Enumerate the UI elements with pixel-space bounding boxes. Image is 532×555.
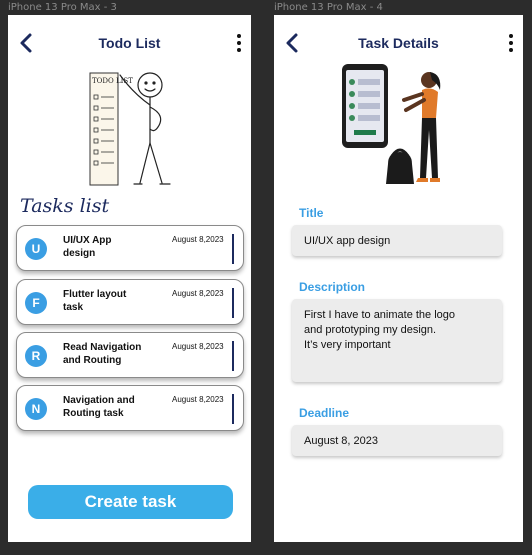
task-avatar: F bbox=[25, 292, 47, 314]
more-vertical-icon[interactable] bbox=[507, 34, 515, 54]
frame-label-left: iPhone 13 Pro Max - 3 bbox=[8, 2, 117, 13]
page-title: Task Details bbox=[358, 35, 439, 51]
task-avatar: N bbox=[25, 398, 47, 420]
task-title: Navigation and Routing task bbox=[63, 395, 135, 419]
todo-list-illustration: TODO LIST bbox=[89, 72, 171, 186]
description-line: and prototyping my design. bbox=[304, 324, 437, 336]
description-line: It’s very important bbox=[304, 339, 391, 351]
task-avatar: R bbox=[25, 345, 47, 367]
task-details-illustration bbox=[342, 64, 441, 184]
task-avatar: U bbox=[25, 238, 47, 260]
task-accent-bar bbox=[232, 288, 234, 318]
create-task-button[interactable]: Create task bbox=[28, 485, 233, 519]
tasks-heading: Tasks list bbox=[20, 195, 110, 217]
task-title: UI/UX App design bbox=[63, 235, 112, 259]
todo-list-screen: Todo List TODO LIST Tasks list U UI/UX A… bbox=[8, 15, 251, 542]
title-label: Title bbox=[299, 206, 324, 220]
task-card[interactable]: N Navigation and Routing task August 8,2… bbox=[16, 385, 244, 431]
task-accent-bar bbox=[232, 341, 234, 371]
description-field[interactable]: First I have to animate the logo and pro… bbox=[292, 299, 502, 382]
more-vertical-icon[interactable] bbox=[235, 34, 243, 54]
description-label: Description bbox=[299, 280, 366, 294]
task-date: August 8,2023 bbox=[172, 342, 224, 351]
frame-label-right: iPhone 13 Pro Max - 4 bbox=[274, 2, 383, 13]
task-title: Read Navigation and Routing bbox=[63, 342, 142, 366]
task-card[interactable]: F Flutter layout task August 8,2023 bbox=[16, 279, 244, 325]
title-field[interactable]: UI/UX app design bbox=[292, 225, 502, 256]
task-details-screen: Task Details Title UI/UX app design Desc… bbox=[274, 15, 523, 542]
task-card[interactable]: R Read Navigation and Routing August 8,2… bbox=[16, 332, 244, 378]
task-accent-bar bbox=[232, 234, 234, 264]
task-card[interactable]: U UI/UX App design August 8,2023 bbox=[16, 225, 244, 271]
task-date: August 8,2023 bbox=[172, 235, 224, 244]
deadline-label: Deadline bbox=[299, 406, 350, 420]
page-title: Todo List bbox=[98, 35, 161, 51]
task-date: August 8,2023 bbox=[172, 289, 224, 298]
description-line: First I have to animate the logo bbox=[304, 309, 456, 321]
task-date: August 8,2023 bbox=[172, 395, 224, 404]
task-accent-bar bbox=[232, 394, 234, 424]
deadline-field[interactable]: August 8, 2023 bbox=[292, 425, 502, 456]
task-title: Flutter layout task bbox=[63, 289, 127, 313]
